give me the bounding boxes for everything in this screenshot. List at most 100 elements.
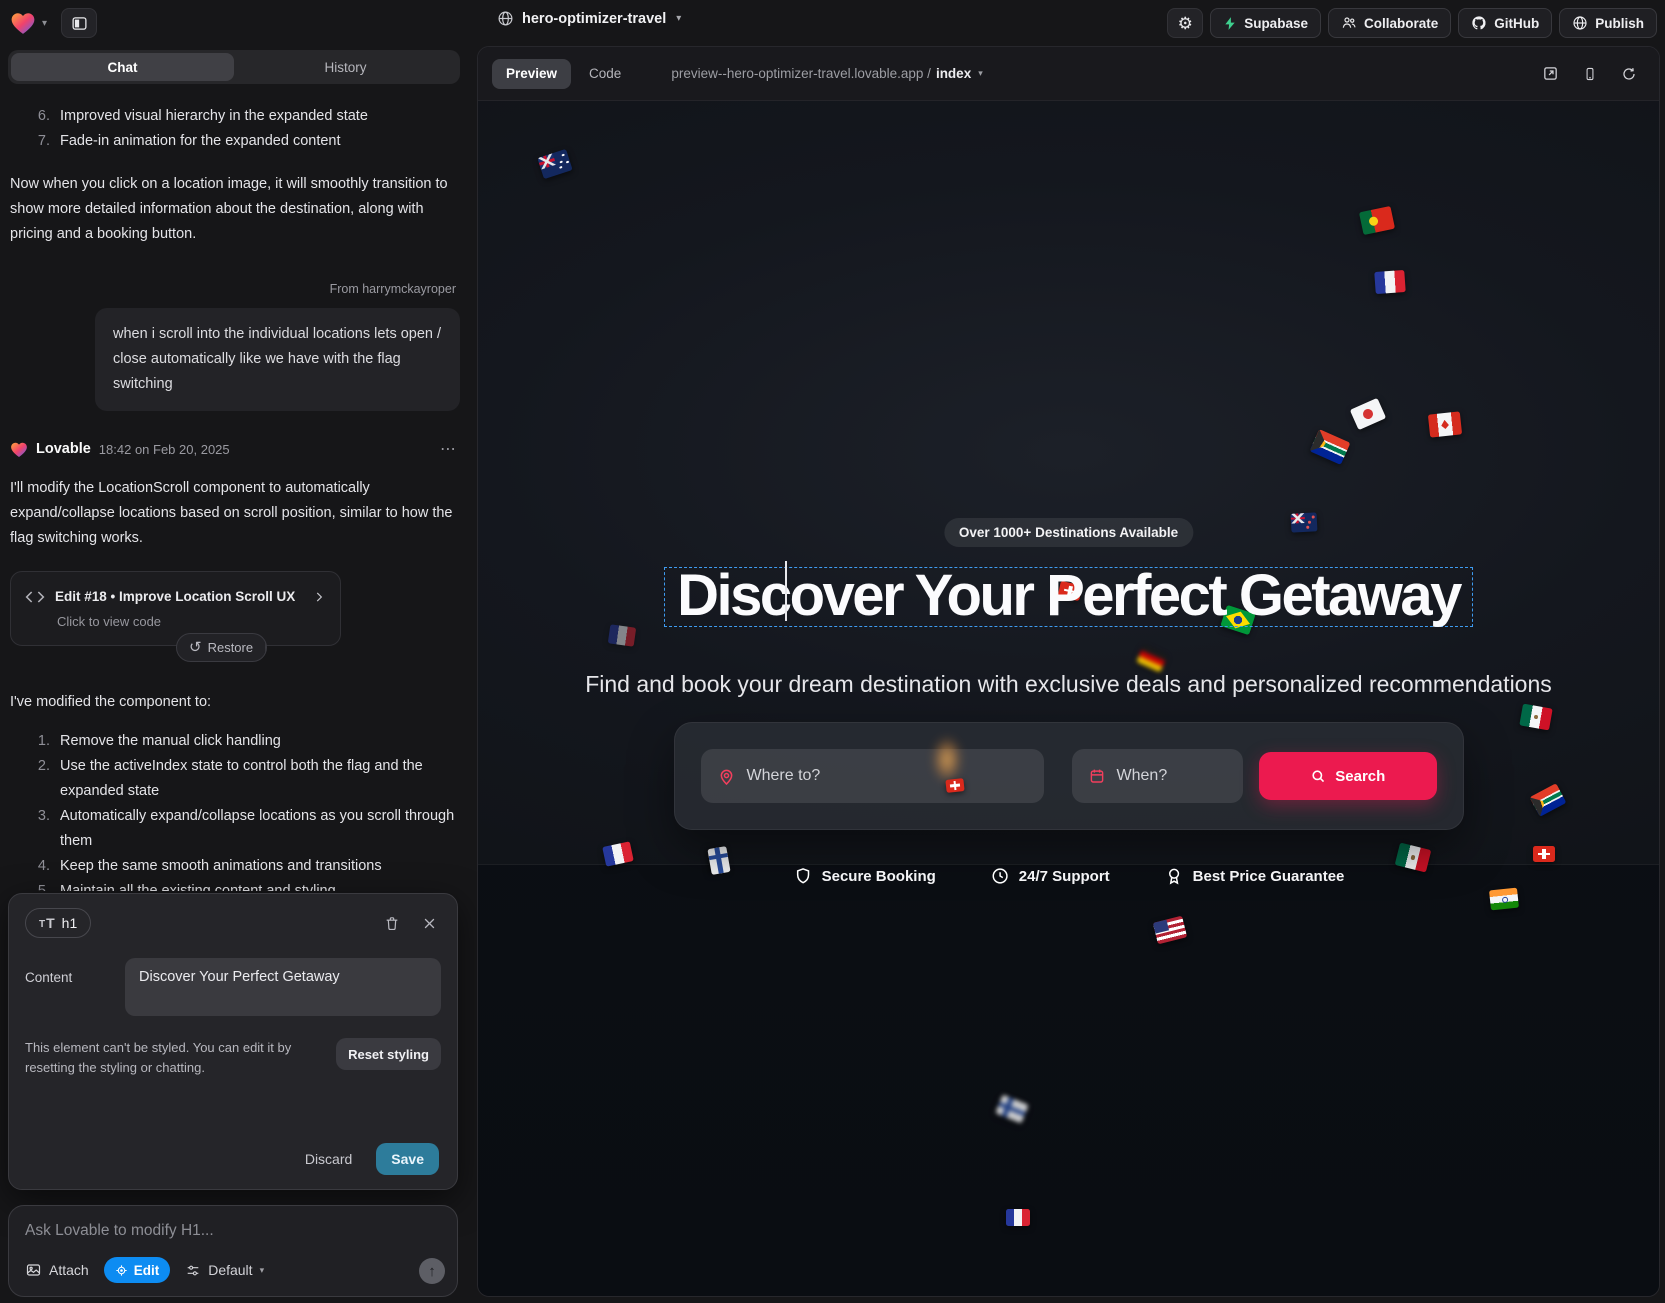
send-button[interactable]: ↑ <box>419 1258 445 1284</box>
list-item: 2.Use the activeIndex state to control b… <box>10 754 460 804</box>
feature-item: Best Price Guarantee <box>1164 866 1345 886</box>
tab-code[interactable]: Code <box>575 59 635 89</box>
url-page: index <box>936 66 971 81</box>
url-chevron-down-icon: ▾ <box>978 68 983 79</box>
preview-toolbar: Preview Code preview--hero-optimizer-tra… <box>478 47 1659 101</box>
flag-in-icon <box>1489 888 1519 911</box>
supabase-bolt-icon <box>1223 16 1237 31</box>
chat-input-placeholder: Ask Lovable to modify H1... <box>25 1222 441 1240</box>
location-pin-icon <box>717 767 736 786</box>
chevron-right-icon <box>312 590 326 604</box>
edit-card-title: Edit #18 • Improve Location Scroll UX <box>55 584 295 609</box>
element-tag-pill[interactable]: TT h1 <box>25 908 91 938</box>
pill-divider <box>265 639 266 656</box>
tab-history[interactable]: History <box>234 53 457 81</box>
save-button[interactable]: Save <box>376 1143 439 1175</box>
feature-label: Secure Booking <box>822 868 936 885</box>
restore-preview-pill: ↺ Restore Preview <box>176 633 267 662</box>
assistant-name: Lovable <box>36 437 91 462</box>
project-menu[interactable]: hero-optimizer-travel ▾ <box>497 10 681 27</box>
publish-globe-icon <box>1572 15 1588 31</box>
clock-icon <box>990 866 1010 886</box>
assistant-message-header: Lovable 18:42 on Feb 20, 2025 ⋯ <box>10 437 460 462</box>
header-left: ▾ <box>10 8 97 38</box>
assistant-timestamp: 18:42 on Feb 20, 2025 <box>99 437 230 462</box>
project-chevron-down-icon: ▾ <box>676 13 681 24</box>
when-placeholder: When? <box>1117 767 1168 785</box>
search-button[interactable]: Search <box>1259 752 1436 800</box>
mode-select[interactable]: Default ▾ <box>185 1262 264 1278</box>
open-in-new-tab-icon[interactable] <box>1542 65 1559 82</box>
numbered-list-top: 6.Improved visual hierarchy in the expan… <box>10 104 460 154</box>
assistant-paragraph: I'll modify the LocationScroll component… <box>10 476 460 551</box>
content-input[interactable]: Discover Your Perfect Getaway <box>125 958 441 1016</box>
project-name: hero-optimizer-travel <box>522 11 666 27</box>
assistant-paragraph: Now when you click on a location image, … <box>10 172 460 247</box>
supabase-button[interactable]: Supabase <box>1210 8 1321 38</box>
trash-icon[interactable] <box>384 915 400 932</box>
image-attach-icon <box>25 1262 42 1278</box>
preview-url[interactable]: preview--hero-optimizer-travel.lovable.a… <box>671 66 982 81</box>
chat-input-box[interactable]: Ask Lovable to modify H1... Attach Edit … <box>8 1205 458 1297</box>
attach-button[interactable]: Attach <box>25 1262 89 1278</box>
search-icon <box>1310 768 1326 784</box>
search-panel: Where to? When? Search <box>674 722 1464 830</box>
logo-chevron-down-icon[interactable]: ▾ <box>42 18 47 29</box>
feature-label: Best Price Guarantee <box>1193 868 1345 885</box>
sidebar-toggle-button[interactable] <box>61 8 97 38</box>
edit-card-subtitle: Click to view code <box>57 613 326 631</box>
refresh-icon[interactable] <box>1621 66 1637 82</box>
list-item: 5.Maintain all the existing content and … <box>10 879 460 891</box>
edit-mode-button[interactable]: Edit <box>104 1257 171 1283</box>
list-item: 3.Automatically expand/collapse location… <box>10 804 460 854</box>
globe-icon <box>497 10 514 27</box>
preview-panel: Preview Code preview--hero-optimizer-tra… <box>477 46 1660 1297</box>
calendar-icon <box>1088 767 1106 785</box>
github-button[interactable]: GitHub <box>1458 8 1552 38</box>
award-icon <box>1164 866 1184 886</box>
tab-preview[interactable]: Preview <box>492 59 571 89</box>
url-prefix: preview--hero-optimizer-travel.lovable.a… <box>671 66 931 81</box>
collaborate-button[interactable]: Collaborate <box>1328 8 1451 38</box>
reset-styling-button[interactable]: Reset styling <box>336 1038 441 1070</box>
chat-sidebar: Chat History 6.Improved visual hierarchy… <box>0 46 472 1303</box>
list-item: 1.Remove the manual click handling <box>10 729 460 754</box>
version-actions: ↺ Restore Preview <box>176 633 460 662</box>
when-input[interactable]: When? <box>1072 749 1244 803</box>
flag-fi-icon <box>995 1094 1028 1123</box>
element-editor-popup: TT h1 Content Discover Your Perfect Geta… <box>8 893 458 1190</box>
close-icon[interactable] <box>422 916 437 931</box>
from-label: From harrymckayroper <box>10 277 460 302</box>
target-icon <box>115 1264 128 1277</box>
list-item: 7.Fade-in animation for the expanded con… <box>10 129 460 154</box>
where-input[interactable]: Where to? <box>701 749 1044 803</box>
feature-row: Secure Booking 24/7 Support Best Price Gua… <box>793 866 1345 886</box>
message-more-menu-icon[interactable]: ⋯ <box>440 437 460 462</box>
restore-button[interactable]: ↺ Restore <box>177 635 265 660</box>
element-tag: h1 <box>62 915 78 931</box>
text-cursor <box>785 561 787 621</box>
list-item: 6.Improved visual hierarchy in the expan… <box>10 104 460 129</box>
feature-label: 24/7 Support <box>1019 868 1110 885</box>
numbered-list-bottom: 1.Remove the manual click handling2.Use … <box>10 729 460 891</box>
feature-item: Secure Booking <box>793 866 936 886</box>
arrow-up-icon: ↑ <box>428 1263 436 1280</box>
flag-fr-icon <box>1006 1209 1030 1226</box>
tab-chat[interactable]: Chat <box>11 53 234 81</box>
mobile-view-icon[interactable] <box>1583 65 1597 83</box>
code-icon <box>25 590 45 604</box>
sliders-icon <box>185 1263 201 1278</box>
lovable-logo-icon[interactable] <box>10 11 36 35</box>
flag-ch-icon <box>945 778 964 793</box>
list-item: 4.Keep the same smooth animations and tr… <box>10 854 460 879</box>
discard-button[interactable]: Discard <box>305 1151 352 1167</box>
flag-ch-icon <box>1533 846 1555 862</box>
github-icon <box>1471 15 1487 31</box>
chat-transcript: 6.Improved visual hierarchy in the expan… <box>10 96 460 891</box>
people-icon <box>1341 15 1357 31</box>
sidebar-tabs: Chat History <box>8 50 460 84</box>
flag-fr-icon <box>1374 270 1405 294</box>
publish-button[interactable]: Publish <box>1559 8 1657 38</box>
settings-button[interactable]: ⚙ <box>1167 8 1203 38</box>
hero-title[interactable]: Discover Your Perfect Getaway <box>677 569 1460 623</box>
